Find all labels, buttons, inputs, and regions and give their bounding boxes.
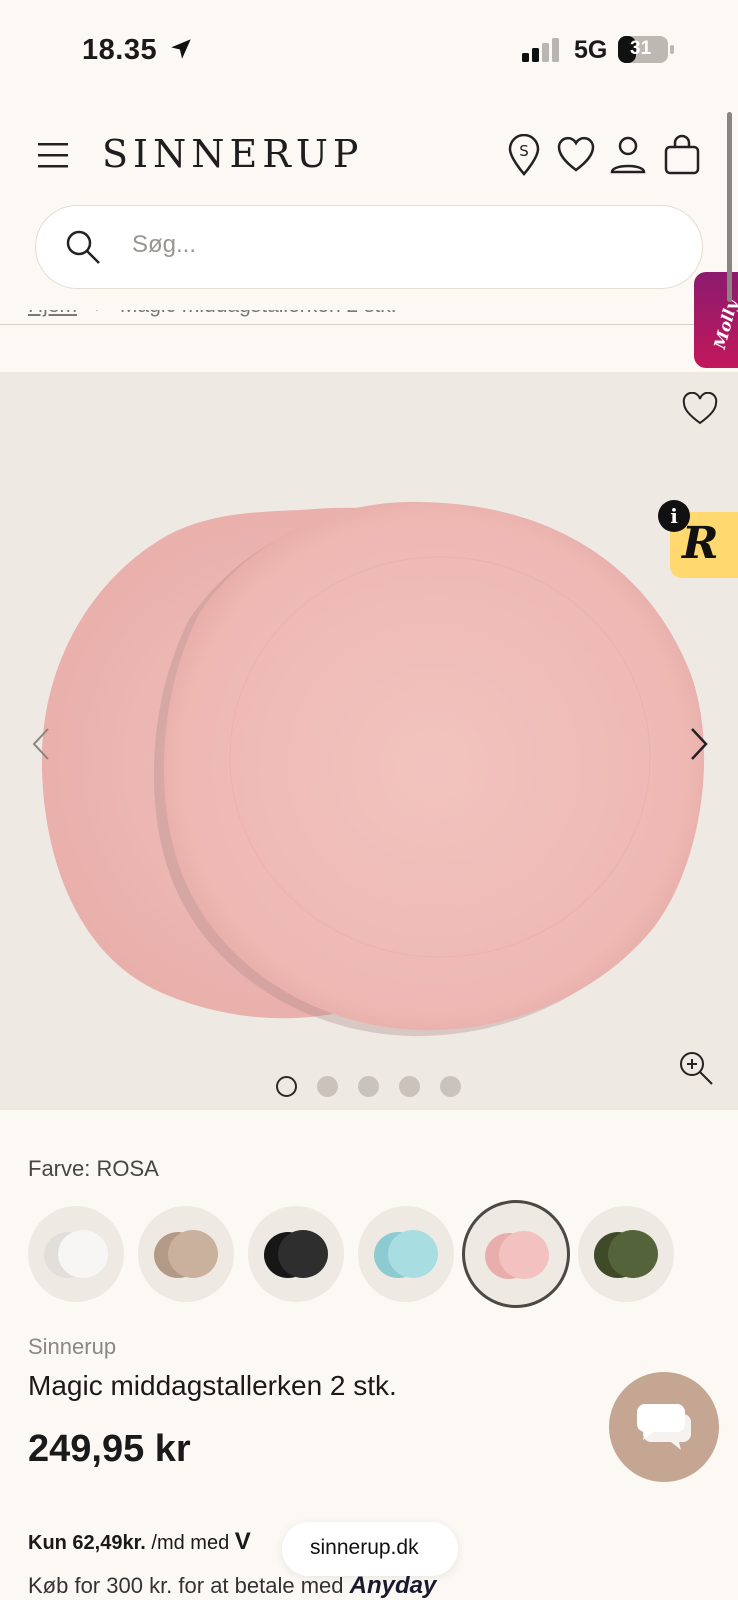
swatch-black[interactable] — [248, 1206, 344, 1302]
url-text: sinnerup.dk — [310, 1536, 419, 1559]
scrollbar[interactable] — [727, 112, 732, 302]
location-arrow-icon — [171, 39, 191, 59]
installment-text: /md med — [145, 1532, 235, 1554]
installment-info: Kun 62,49kr. /md med V — [28, 1528, 251, 1556]
swatch-aqua[interactable] — [358, 1206, 454, 1302]
anyday-info: Køb for 300 kr. for at betale med Anyday — [28, 1572, 436, 1600]
carousel-dot[interactable] — [399, 1076, 420, 1097]
network-type: 5G — [574, 36, 608, 64]
breadcrumb-current: Magic middagstallerken 2 stk. — [120, 310, 397, 318]
product-price: 249,95 kr — [28, 1428, 191, 1470]
product-image — [41, 501, 705, 1037]
product-gallery[interactable] — [0, 372, 738, 1110]
chevron-right-icon[interactable] — [688, 727, 710, 761]
anyday-logo[interactable]: Anyday — [350, 1572, 437, 1599]
breadcrumb: Hjem › Magic middagstallerken 2 stk. — [0, 310, 738, 372]
installment-amount: Kun 62,49kr. — [28, 1532, 146, 1554]
bag-icon[interactable] — [662, 134, 702, 176]
chevron-left-icon[interactable] — [30, 727, 52, 761]
menu-icon[interactable] — [38, 140, 72, 170]
status-time: 18.35 — [82, 34, 158, 66]
info-icon[interactable]: i — [658, 500, 690, 532]
search-icon — [66, 230, 100, 264]
favorite-heart-icon[interactable] — [682, 392, 718, 426]
color-label: Farve: ROSA — [28, 1156, 159, 1181]
carousel-dots — [276, 1076, 461, 1097]
breadcrumb-home-link[interactable]: Hjem — [28, 310, 77, 318]
heart-icon[interactable] — [556, 134, 596, 176]
molly-label: Molly — [710, 297, 738, 351]
viabill-logo[interactable]: V — [235, 1528, 251, 1555]
carousel-dot[interactable] — [276, 1076, 297, 1097]
chat-icon — [637, 1404, 691, 1450]
divider — [0, 324, 738, 325]
site-logo[interactable]: SINNERUP — [102, 132, 364, 176]
swatch-rosa[interactable] — [462, 1200, 570, 1308]
swatch-olive[interactable] — [578, 1206, 674, 1302]
battery-level: 31 — [630, 38, 652, 59]
carousel-dot[interactable] — [317, 1076, 338, 1097]
svg-text:S: S — [519, 142, 529, 160]
chat-button[interactable] — [609, 1372, 719, 1482]
store-locator-icon[interactable]: S — [504, 134, 544, 176]
product-title: Magic middagstallerken 2 stk. — [28, 1370, 397, 1401]
swatch-white[interactable] — [28, 1206, 124, 1302]
anyday-text: Køb for 300 kr. for at betale med — [28, 1573, 350, 1598]
search-input[interactable]: Søg... — [132, 231, 196, 259]
product-brand[interactable]: Sinnerup — [28, 1334, 116, 1360]
carousel-dot[interactable] — [440, 1076, 461, 1097]
reviews-logo: R — [682, 518, 719, 569]
site-header: SINNERUP S — [0, 110, 738, 210]
user-icon[interactable] — [608, 134, 648, 176]
carousel-dot[interactable] — [358, 1076, 379, 1097]
signal-icon — [522, 38, 559, 62]
zoom-in-icon[interactable] — [678, 1050, 714, 1086]
search-bar[interactable]: Søg... — [35, 205, 703, 289]
breadcrumb-separator-icon: › — [95, 310, 102, 318]
browser-url-bar[interactable]: sinnerup.dk — [282, 1522, 458, 1576]
swatch-sand[interactable] — [138, 1206, 234, 1302]
status-bar: 18.35 5G 31 — [0, 0, 738, 100]
color-swatches — [28, 1200, 728, 1308]
